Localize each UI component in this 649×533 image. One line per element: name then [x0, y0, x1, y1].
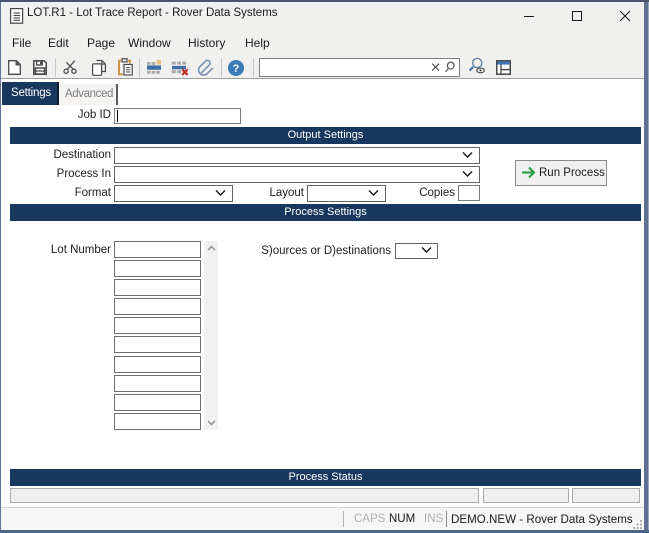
- svg-text:?: ?: [233, 63, 240, 75]
